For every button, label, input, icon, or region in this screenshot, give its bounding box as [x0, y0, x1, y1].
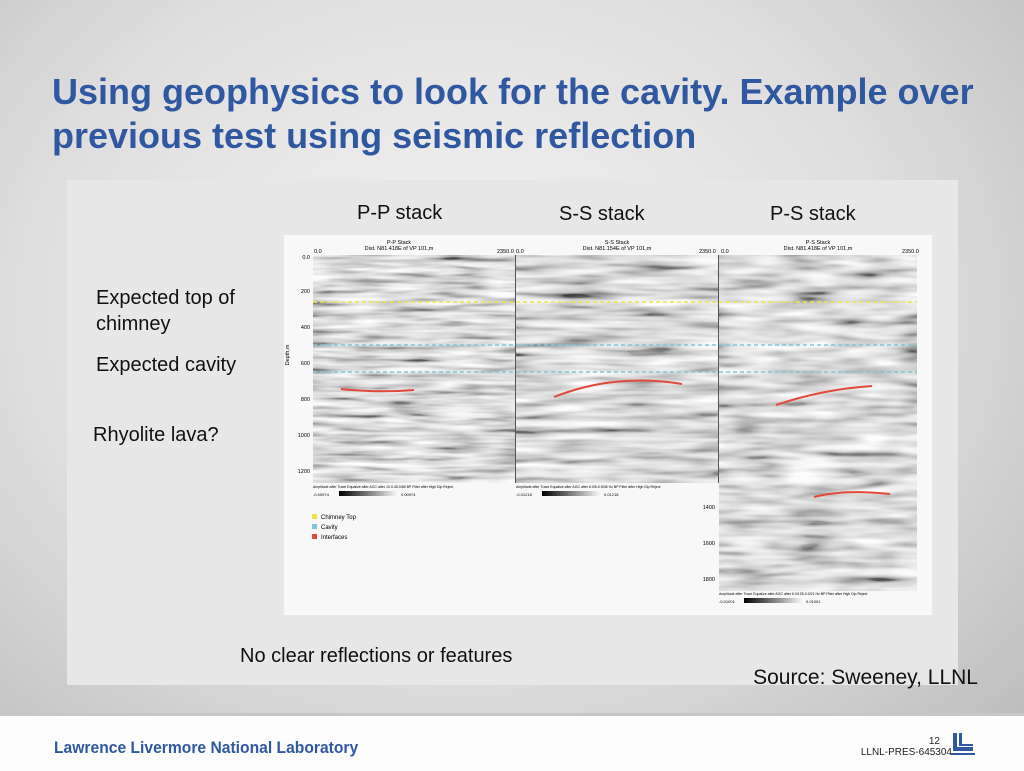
llnl-logo-icon — [951, 733, 975, 755]
lab-name: Lawrence Livermore National Laboratory — [54, 738, 359, 757]
pp-dist-label: Dist. N81.418E of VP 101,m — [365, 246, 434, 252]
ss-seismic-image — [516, 255, 718, 483]
ps-amp-caption: Amplitude after Trace Equalize after AGC… — [719, 592, 867, 596]
ss-amp-min: -0.01218 — [516, 492, 533, 497]
depth-tick: 600 — [301, 361, 310, 367]
ps-amp-max: 0.01001 — [806, 599, 821, 604]
legend-swatch-chimney — [312, 514, 317, 519]
ps-dist-end: 2350.0 — [902, 249, 919, 255]
depth-tick: 1400 — [703, 505, 715, 511]
seismic-figure: P-P stack S-S stack P-S stack Expected t… — [67, 180, 958, 685]
header-ss-stack: S-S stack — [559, 203, 645, 225]
ss-dist-label: Dist. N81.154E of VP 101,m — [583, 246, 652, 252]
page-number: 12 — [928, 736, 940, 747]
source-citation: Source: Sweeney, LLNL — [753, 666, 978, 689]
ss-amp-max: 0.01218 — [604, 492, 619, 497]
slide-footer: Lawrence Livermore National Laboratory 1… — [0, 713, 1024, 771]
pp-amp-bar — [339, 491, 399, 496]
depth-tick: 1200 — [298, 469, 310, 475]
pp-amp-caption: Amplitude after Trace Equalize after AGC… — [313, 485, 453, 489]
depth-tick: 1000 — [298, 433, 310, 439]
depth-tick: 800 — [301, 397, 310, 403]
label-expected-top-chimney: Expected top of chimney — [96, 287, 235, 335]
label-expected-cavity: Expected cavity — [96, 354, 237, 376]
depth-axis-label: Depth,m — [285, 344, 291, 365]
legend-swatch-cavity — [312, 524, 317, 529]
depth-tick: 400 — [301, 325, 310, 331]
ps-seismic-image — [719, 255, 917, 591]
depth-tick: 1800 — [703, 577, 715, 583]
pp-seismic-image — [313, 255, 515, 483]
legend-label-chimney: Chimney Top — [321, 515, 357, 521]
document-code: LLNL-PRES-645304 — [860, 747, 952, 758]
pp-amp-min: -0.00974 — [313, 492, 330, 497]
pp-dist-end: 2350.0 — [497, 249, 514, 255]
ps-amp-bar — [744, 598, 804, 603]
pp-amp-max: 0.00974 — [401, 492, 416, 497]
legend-label-interfaces: Interfaces — [321, 535, 347, 541]
slide-title: Using geophysics to look for the cavity.… — [52, 71, 974, 156]
ps-dist-start: 0.0 — [721, 249, 729, 255]
ps-dist-label: Dist. N81.418E of VP 101,m — [784, 246, 853, 252]
depth-tick: 0.0 — [302, 255, 310, 261]
ps-amp-min: -0.01001 — [719, 599, 736, 604]
legend-label-cavity: Cavity — [321, 525, 338, 531]
depth-tick: 1600 — [703, 541, 715, 547]
seismic-sections-panel: P-P Stack Dist. N81.418E of VP 101,m S-S… — [284, 235, 932, 615]
legend-swatch-interfaces — [312, 534, 317, 539]
header-ps-stack: P-S stack — [770, 203, 856, 225]
ss-dist-end: 2350.0 — [699, 249, 716, 255]
depth-tick: 200 — [301, 289, 310, 295]
seismic-sections-svg: P-P Stack Dist. N81.418E of VP 101,m S-S… — [285, 240, 919, 604]
pp-dist-start: 0.0 — [314, 249, 322, 255]
ss-amp-caption: Amplitude after Trace Equalize after AGC… — [516, 485, 661, 489]
label-no-clear-reflections: No clear reflections or features — [240, 645, 513, 667]
label-rhyolite-lava: Rhyolite lava? — [93, 424, 219, 446]
ss-amp-bar — [542, 491, 602, 496]
horizon-legend: Chimney Top Cavity Interfaces — [312, 514, 357, 541]
ss-dist-start: 0.0 — [516, 249, 524, 255]
header-pp-stack: P-P stack — [357, 202, 443, 224]
